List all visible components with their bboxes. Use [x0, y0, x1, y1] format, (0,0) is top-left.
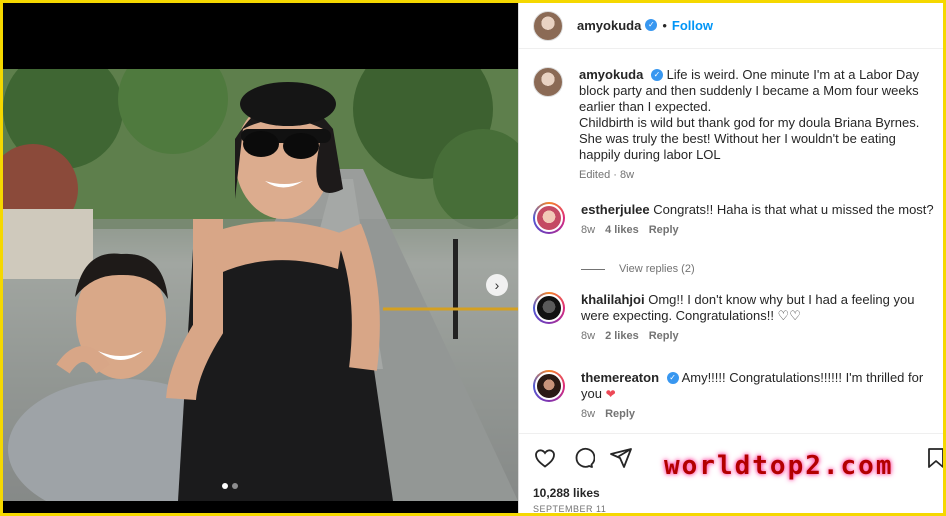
- next-image-button[interactable]: ›: [486, 274, 508, 296]
- carousel-dot-2: [232, 483, 238, 489]
- likes-count[interactable]: 10,288 likes: [533, 486, 600, 500]
- post-sidebar: amyokuda ✓ • Follow amyokuda ✓ Life is w…: [518, 3, 943, 513]
- caption-username[interactable]: amyokuda: [579, 67, 643, 82]
- caption-meta: Edited · 8w: [579, 169, 939, 181]
- separator: •: [662, 18, 667, 33]
- comment-avatar[interactable]: [533, 292, 565, 324]
- comment-item: estherjulee Congrats!! Haha is that what…: [533, 202, 934, 236]
- verified-icon: ✓: [666, 371, 679, 384]
- caption: amyokuda ✓ Life is weird. One minute I'm…: [533, 67, 933, 181]
- reply-button[interactable]: Reply: [649, 330, 679, 342]
- comment-avatar[interactable]: [533, 370, 565, 402]
- comment-item: themereaton ✓ Amy!!!!! Congratulations!!…: [533, 370, 933, 420]
- comment-likes[interactable]: 2 likes: [605, 330, 639, 342]
- carousel-dot-1: [222, 483, 228, 489]
- comment-meta: 8w Reply: [581, 408, 941, 420]
- comment-username[interactable]: estherjulee: [581, 202, 650, 217]
- caption-avatar[interactable]: [533, 67, 563, 97]
- caption-edited-time: Edited · 8w: [579, 169, 635, 181]
- comment-avatar[interactable]: [533, 202, 565, 234]
- verified-icon: ✓: [650, 68, 663, 81]
- post-date: SEPTEMBER 11: [533, 504, 607, 513]
- comment-username[interactable]: khalilahjoi: [581, 292, 645, 307]
- heart-icon: ❤: [605, 387, 616, 401]
- view-replies-button[interactable]: View replies (2): [581, 263, 695, 275]
- comment-time: 8w: [581, 224, 596, 236]
- share-icon[interactable]: [609, 446, 633, 470]
- comment-text-block: estherjulee Congrats!! Haha is that what…: [581, 202, 941, 218]
- comment-text-block: themereaton ✓ Amy!!!!! Congratulations!!…: [581, 370, 941, 402]
- post-photo[interactable]: [3, 69, 518, 501]
- comment-text: Congrats!! Haha is that what u missed th…: [653, 202, 934, 217]
- comment-icon[interactable]: [571, 446, 595, 470]
- comment-time: 8w: [581, 330, 596, 342]
- caption-text-block: amyokuda ✓ Life is weird. One minute I'm…: [579, 67, 939, 163]
- comment-time: 8w: [581, 408, 596, 420]
- verified-icon: ✓: [645, 18, 658, 31]
- watermark-text: worldtop2.com: [664, 451, 894, 481]
- author-username[interactable]: amyokuda: [577, 18, 641, 33]
- reply-button[interactable]: Reply: [649, 224, 679, 236]
- carousel-dots: [222, 483, 238, 489]
- post-header: amyokuda ✓ • Follow: [519, 3, 943, 49]
- bookmark-icon[interactable]: [924, 446, 943, 470]
- view-replies-label: View replies (2): [619, 263, 695, 275]
- action-icons: [533, 446, 633, 470]
- caption-text-2: Childbirth is wild but thank god for my …: [579, 115, 920, 162]
- follow-button[interactable]: Follow: [672, 18, 713, 33]
- comment-item: khalilahjoi Omg!! I don't know why but I…: [533, 292, 933, 342]
- post-media: ›: [3, 3, 518, 513]
- divider: [581, 268, 605, 270]
- comment-likes[interactable]: 4 likes: [605, 224, 639, 236]
- reply-button[interactable]: Reply: [605, 408, 635, 420]
- comments-list[interactable]: amyokuda ✓ Life is weird. One minute I'm…: [519, 50, 943, 432]
- comment-meta: 8w 4 likes Reply: [581, 224, 941, 236]
- comment-username[interactable]: themereaton: [581, 370, 659, 385]
- photo-illustration: [3, 69, 518, 501]
- chevron-right-icon: ›: [494, 277, 500, 293]
- comment-meta: 8w 2 likes Reply: [581, 330, 941, 342]
- author-avatar[interactable]: [533, 10, 563, 41]
- post-frame: › amyokuda ✓ • Follow amyokuda ✓ Life is…: [3, 3, 943, 513]
- heart-icon[interactable]: [533, 446, 557, 470]
- comment-text-block: khalilahjoi Omg!! I don't know why but I…: [581, 292, 941, 324]
